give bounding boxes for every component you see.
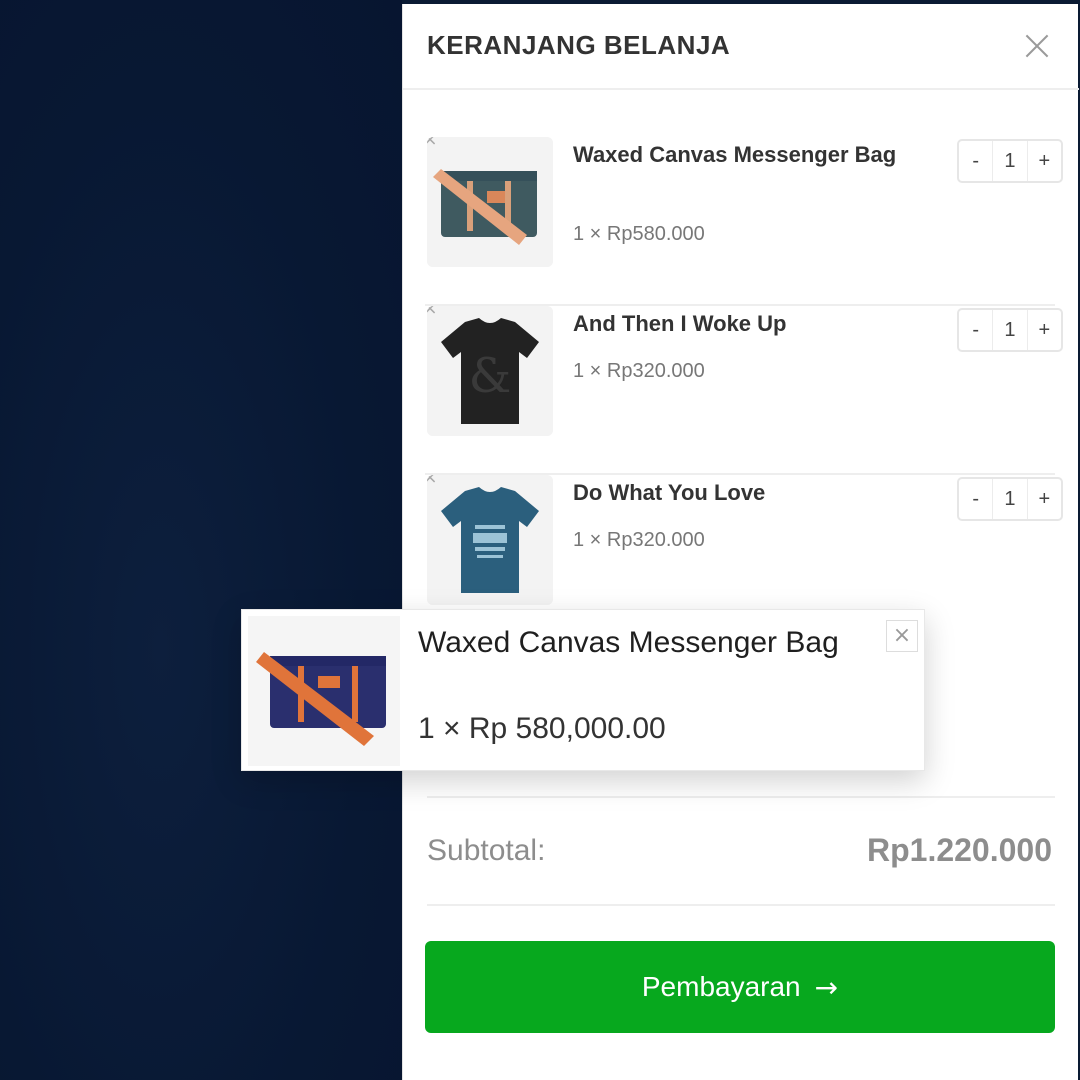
cart-header: KERANJANG BELANJA	[403, 4, 1079, 90]
increase-button[interactable]: +	[1026, 310, 1061, 350]
increase-button[interactable]: +	[1026, 479, 1061, 519]
decrease-button[interactable]: -	[959, 141, 994, 181]
product-image-blue-tshirt: ×	[427, 475, 553, 605]
product-image-black-tshirt: & ×	[427, 306, 553, 436]
close-notification-icon[interactable]: ×	[886, 620, 918, 652]
notification-product-image	[248, 616, 400, 766]
svg-text:&: &	[469, 348, 512, 404]
page-backdrop	[0, 0, 402, 1080]
divider	[427, 904, 1055, 906]
cart-panel: KERANJANG BELANJA × Waxed Canvas Messeng…	[402, 4, 1079, 1080]
item-name: Waxed Canvas Messenger Bag	[573, 142, 897, 167]
cart-title: KERANJANG BELANJA	[427, 30, 731, 60]
remove-item-icon[interactable]: ×	[427, 137, 439, 149]
decrease-button[interactable]: -	[959, 479, 994, 519]
quantity-stepper: - 1 +	[957, 308, 1063, 352]
product-image-messenger-bag: ×	[427, 137, 553, 267]
quantity-value[interactable]: 1	[993, 141, 1026, 181]
checkout-label: Pembayaran	[641, 971, 801, 1002]
item-price: 1 × Rp320.000	[573, 360, 705, 382]
cart-item: & × And Then I Woke Up 1 × Rp320.000 - 1…	[425, 306, 1063, 475]
quantity-stepper: - 1 +	[957, 139, 1063, 183]
quantity-stepper: - 1 +	[957, 477, 1063, 521]
item-price: 1 × Rp320.000	[573, 529, 705, 551]
notification-product-name: Waxed Canvas Messenger Bag	[418, 626, 839, 659]
divider	[427, 796, 1055, 798]
checkout-button[interactable]: Pembayaran →	[425, 941, 1055, 1033]
item-name: And Then I Woke Up	[573, 311, 787, 336]
item-name: Do What You Love	[573, 480, 766, 505]
quantity-value[interactable]: 1	[993, 310, 1026, 350]
decrease-button[interactable]: -	[959, 310, 994, 350]
notification-product-price: 1 × Rp 580,000.00	[418, 712, 666, 745]
subtotal-value: Rp1.220.000	[866, 832, 1052, 868]
cart-item: × Waxed Canvas Messenger Bag 1 × Rp580.0…	[425, 137, 1063, 306]
remove-item-icon[interactable]: ×	[427, 475, 439, 487]
item-price: 1 × Rp580.000	[573, 223, 705, 245]
close-icon[interactable]	[1021, 30, 1053, 62]
subtotal-label: Subtotal:	[427, 834, 546, 867]
added-to-cart-notification: Waxed Canvas Messenger Bag 1 × Rp 580,00…	[241, 609, 925, 771]
increase-button[interactable]: +	[1026, 141, 1061, 181]
remove-item-icon[interactable]: ×	[427, 306, 439, 318]
quantity-value[interactable]: 1	[993, 479, 1026, 519]
arrow-right-icon: →	[814, 970, 839, 1004]
